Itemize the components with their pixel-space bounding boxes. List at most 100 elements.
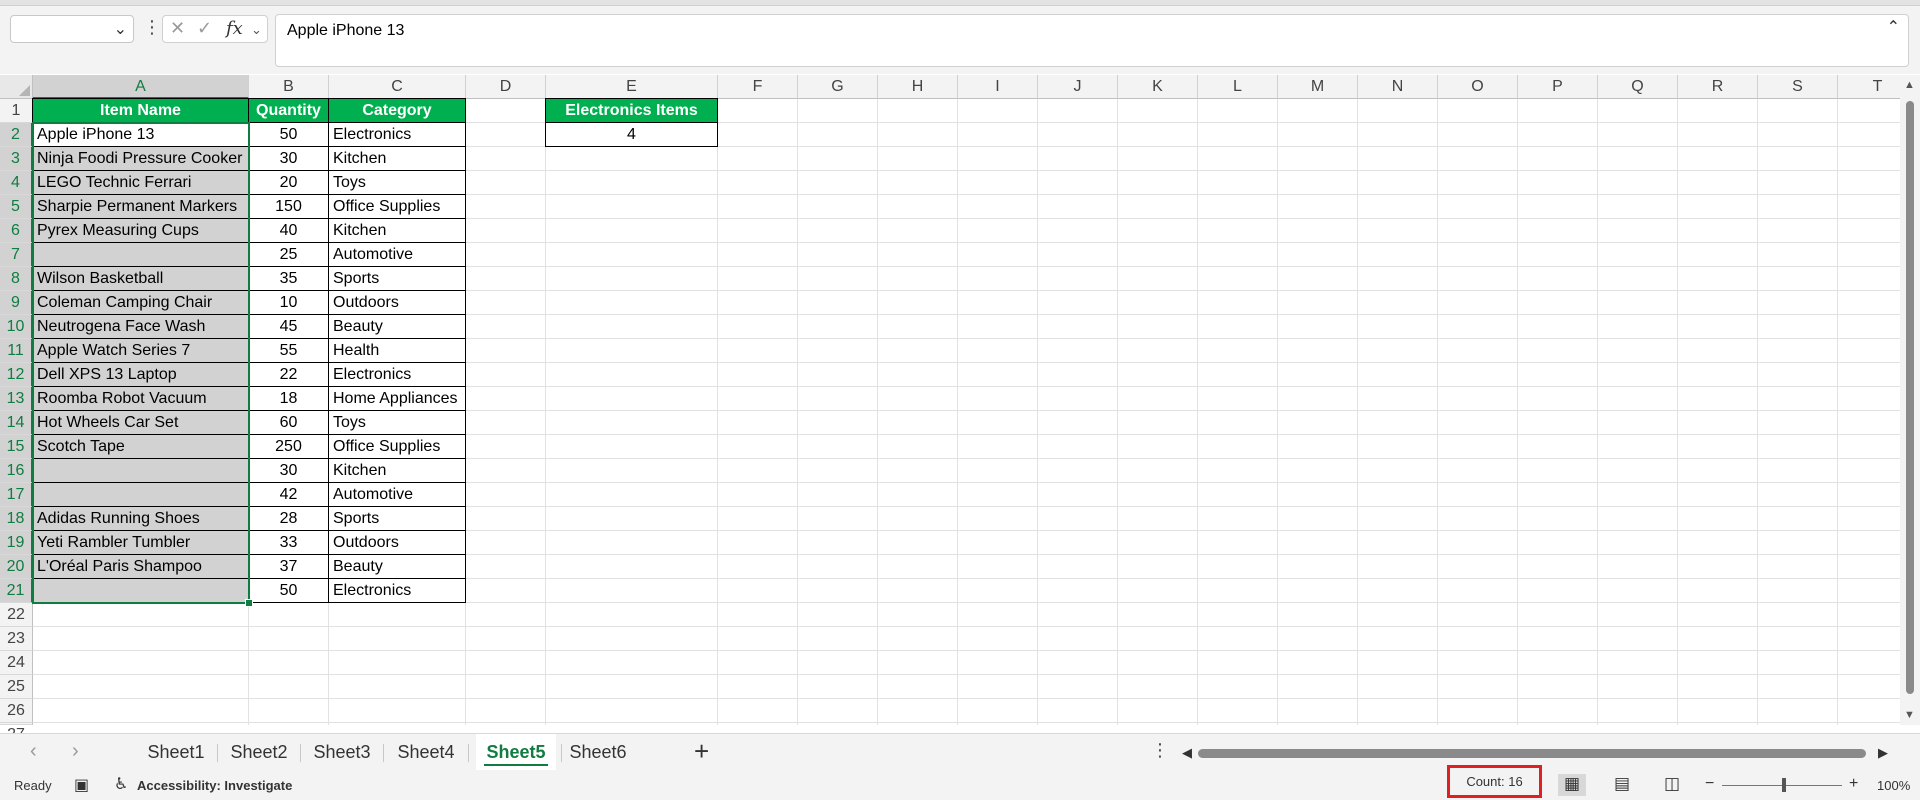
- tab-sheet2[interactable]: Sheet2: [223, 734, 295, 770]
- category-cell[interactable]: Toys: [328, 410, 466, 435]
- category-cell[interactable]: Outdoors: [328, 290, 466, 315]
- category-cell[interactable]: Automotive: [328, 242, 466, 267]
- quantity-cell[interactable]: 30: [248, 458, 329, 483]
- quantity-cell[interactable]: 55: [248, 338, 329, 363]
- quantity-cell[interactable]: 42: [248, 482, 329, 507]
- chevron-down-icon[interactable]: ⌄: [251, 22, 262, 38]
- row-header-22[interactable]: 22: [0, 603, 33, 627]
- quantity-cell[interactable]: 250: [248, 434, 329, 459]
- item-name-cell[interactable]: Hot Wheels Car Set: [32, 410, 249, 435]
- column-header-m[interactable]: M: [1278, 75, 1358, 99]
- category-cell[interactable]: Electronics: [328, 362, 466, 387]
- worksheet-grid[interactable]: A B C D E F G H I J K L M N O P Q R S T 1 2 3 4 5 6 7 8 9 10 11 12 13 14 1…: [0, 75, 1918, 743]
- column-header-e[interactable]: E: [546, 75, 718, 99]
- row-header-25[interactable]: 25: [0, 675, 33, 699]
- row-header-3[interactable]: 3: [0, 147, 33, 171]
- page-layout-view-icon[interactable]: ▤: [1608, 774, 1636, 796]
- row-header-14[interactable]: 14: [0, 411, 33, 435]
- column-header-c[interactable]: C: [329, 75, 466, 99]
- item-name-cell[interactable]: [32, 482, 249, 507]
- row-header-8[interactable]: 8: [0, 267, 33, 291]
- quantity-cell[interactable]: 25: [248, 242, 329, 267]
- category-cell[interactable]: Outdoors: [328, 530, 466, 555]
- item-name-cell[interactable]: Pyrex Measuring Cups: [32, 218, 249, 243]
- category-cell[interactable]: Kitchen: [328, 218, 466, 243]
- quantity-cell[interactable]: 22: [248, 362, 329, 387]
- row-header-7[interactable]: 7: [0, 243, 33, 267]
- scroll-right-icon[interactable]: ▶: [1878, 745, 1888, 761]
- quantity-cell[interactable]: 37: [248, 554, 329, 579]
- row-header-16[interactable]: 16: [0, 459, 33, 483]
- row-header-10[interactable]: 10: [0, 315, 33, 339]
- category-cell[interactable]: Office Supplies: [328, 434, 466, 459]
- row-header-18[interactable]: 18: [0, 507, 33, 531]
- category-cell[interactable]: Toys: [328, 170, 466, 195]
- item-name-cell[interactable]: Apple Watch Series 7: [32, 338, 249, 363]
- item-name-cell[interactable]: [32, 578, 249, 603]
- column-header-l[interactable]: L: [1198, 75, 1278, 99]
- quantity-cell[interactable]: 60: [248, 410, 329, 435]
- column-header-d[interactable]: D: [466, 75, 546, 99]
- chevron-down-icon[interactable]: ⌄: [114, 19, 127, 39]
- enter-icon[interactable]: ✓: [197, 18, 212, 39]
- add-sheet-button[interactable]: +: [694, 736, 709, 767]
- row-header-11[interactable]: 11: [0, 339, 33, 363]
- scroll-up-icon[interactable]: ▲: [1904, 79, 1915, 91]
- formula-input[interactable]: Apple iPhone 13 ⌃: [275, 14, 1909, 67]
- category-cell[interactable]: Kitchen: [328, 458, 466, 483]
- quantity-cell[interactable]: 33: [248, 530, 329, 555]
- row-header-20[interactable]: 20: [0, 555, 33, 579]
- name-box[interactable]: ⌄: [10, 15, 134, 43]
- row-header-9[interactable]: 9: [0, 291, 33, 315]
- item-name-cell[interactable]: Ninja Foodi Pressure Cooker: [32, 146, 249, 171]
- category-cell[interactable]: Beauty: [328, 554, 466, 579]
- vertical-scrollbar[interactable]: ▲ ▼: [1900, 75, 1920, 725]
- quantity-cell[interactable]: 28: [248, 506, 329, 531]
- column-header-a[interactable]: A: [33, 75, 249, 99]
- zoom-slider-thumb[interactable]: [1782, 778, 1786, 792]
- horizontal-scroll-thumb[interactable]: [1198, 749, 1866, 758]
- header-cell-a[interactable]: Item Name: [32, 98, 249, 123]
- previous-sheet-icon[interactable]: ‹: [30, 740, 37, 763]
- category-cell[interactable]: Sports: [328, 506, 466, 531]
- column-header-r[interactable]: R: [1678, 75, 1758, 99]
- item-name-cell[interactable]: Sharpie Permanent Markers: [32, 194, 249, 219]
- horizontal-scrollbar[interactable]: ◀ ▶: [1180, 743, 1890, 763]
- quantity-cell[interactable]: 10: [248, 290, 329, 315]
- column-header-f[interactable]: F: [718, 75, 798, 99]
- category-cell[interactable]: Office Supplies: [328, 194, 466, 219]
- quantity-cell[interactable]: 40: [248, 218, 329, 243]
- row-header-27[interactable]: 27: [0, 723, 33, 743]
- item-name-cell[interactable]: Coleman Camping Chair: [32, 290, 249, 315]
- zoom-out-icon[interactable]: −: [1705, 775, 1714, 793]
- item-name-cell[interactable]: Apple iPhone 13: [32, 122, 249, 147]
- column-header-j[interactable]: J: [1038, 75, 1118, 99]
- item-name-cell[interactable]: Scotch Tape: [32, 434, 249, 459]
- row-header-6[interactable]: 6: [0, 219, 33, 243]
- item-name-cell[interactable]: Neutrogena Face Wash: [32, 314, 249, 339]
- cancel-icon[interactable]: ✕: [170, 18, 185, 39]
- tab-sheet6[interactable]: Sheet6: [562, 734, 634, 770]
- column-header-o[interactable]: O: [1438, 75, 1518, 99]
- macro-recording-icon[interactable]: ▣: [74, 775, 89, 795]
- row-header-15[interactable]: 15: [0, 435, 33, 459]
- fill-handle[interactable]: [245, 599, 253, 607]
- page-break-preview-icon[interactable]: ◫: [1658, 774, 1686, 796]
- tab-sheet3[interactable]: Sheet3: [306, 734, 378, 770]
- item-name-cell[interactable]: [32, 458, 249, 483]
- electronics-items-header[interactable]: Electronics Items: [545, 98, 718, 123]
- electronics-items-count[interactable]: 4: [545, 122, 718, 147]
- category-cell[interactable]: Electronics: [328, 122, 466, 147]
- row-header-17[interactable]: 17: [0, 483, 33, 507]
- row-header-4[interactable]: 4: [0, 171, 33, 195]
- normal-view-icon[interactable]: ▦: [1558, 774, 1586, 796]
- header-cell-c[interactable]: Category: [328, 98, 466, 123]
- collapse-formula-bar-icon[interactable]: ⌃: [1887, 17, 1900, 37]
- quantity-cell[interactable]: 18: [248, 386, 329, 411]
- column-header-i[interactable]: I: [958, 75, 1038, 99]
- scroll-down-icon[interactable]: ▼: [1904, 709, 1915, 721]
- category-cell[interactable]: Home Appliances: [328, 386, 466, 411]
- category-cell[interactable]: Kitchen: [328, 146, 466, 171]
- insert-function-button[interactable]: fx: [226, 18, 243, 39]
- tab-sheet5[interactable]: Sheet5: [476, 734, 556, 770]
